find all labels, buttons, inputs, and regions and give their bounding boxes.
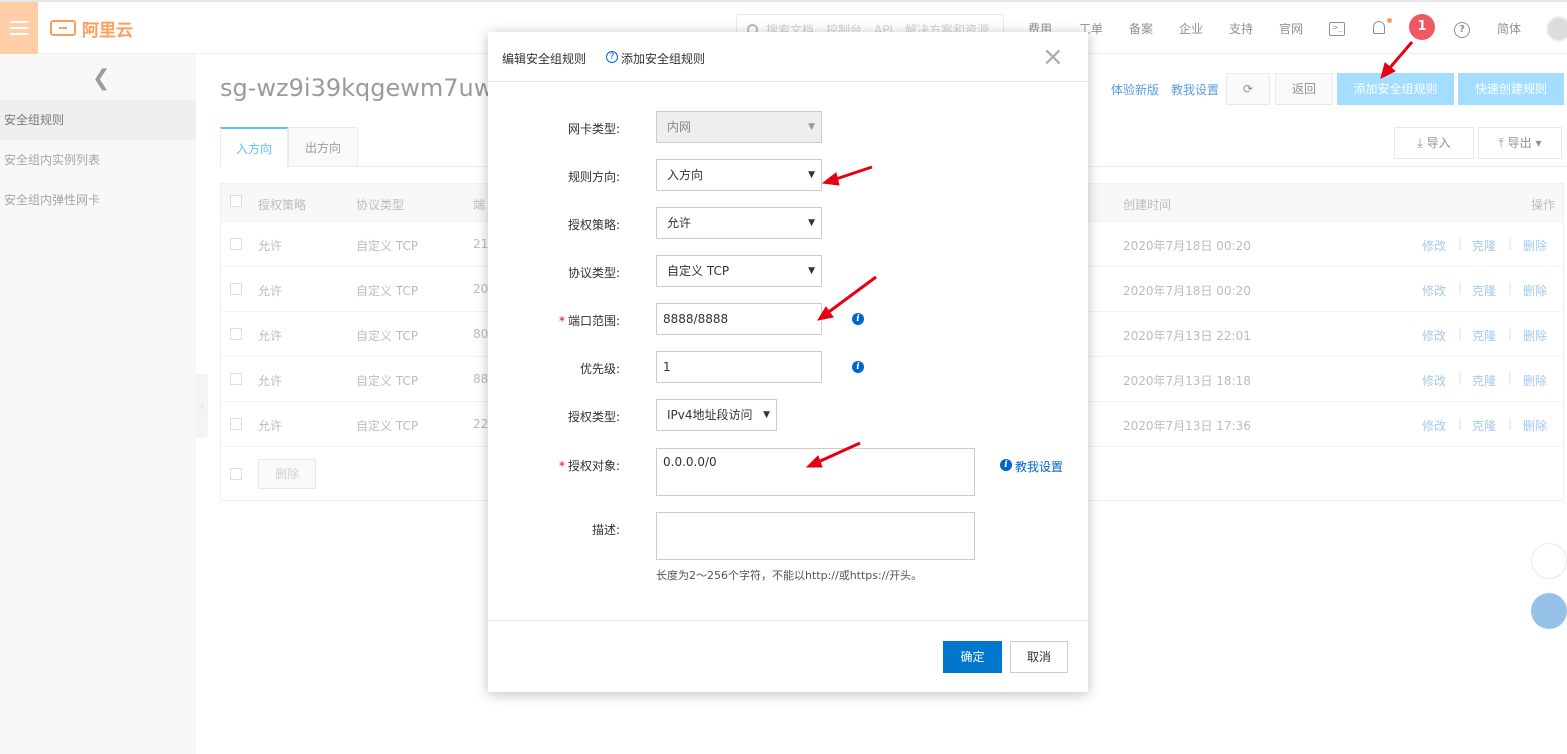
- annotation-arrow-auth-object: [805, 441, 861, 468]
- annotation-arrow-direction: [821, 165, 873, 186]
- annotation-arrow-port: [816, 275, 877, 321]
- annotation-arrow-badge: [1380, 41, 1414, 79]
- annotation-arrows: [805, 41, 1414, 468]
